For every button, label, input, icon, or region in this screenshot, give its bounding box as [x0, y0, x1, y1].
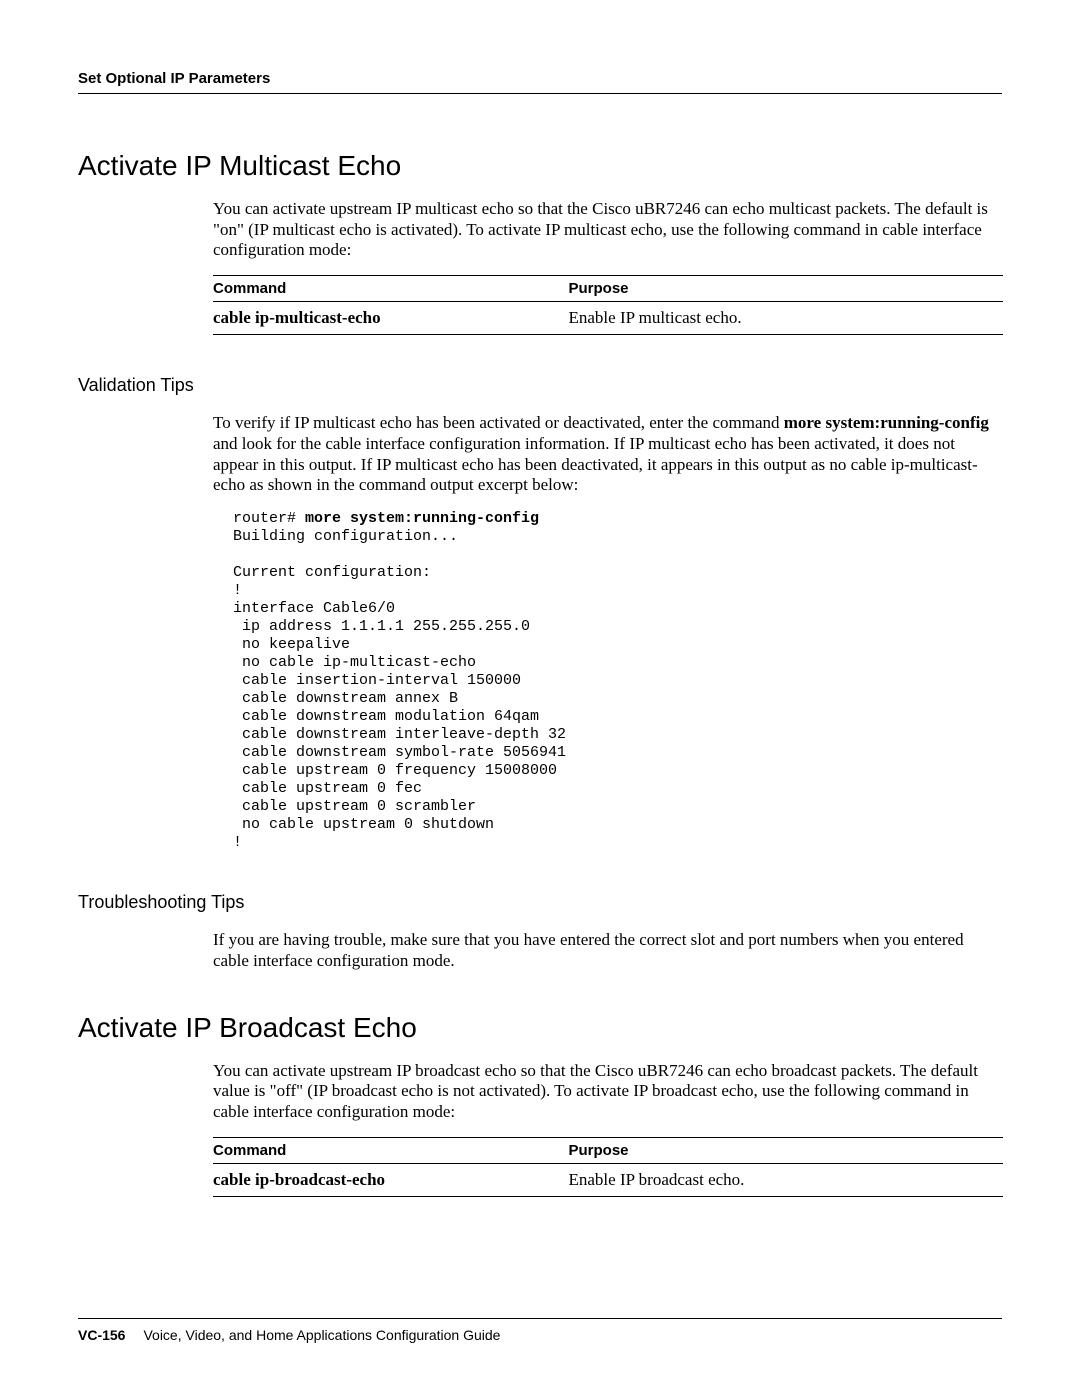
validation-heading: Validation Tips — [78, 375, 1002, 396]
col-purpose: Purpose — [569, 276, 1004, 302]
cell-command: cable ip-multicast-echo — [213, 302, 569, 335]
section-heading-multicast: Activate IP Multicast Echo — [78, 150, 1002, 182]
code-block: router# more system:running-config Build… — [233, 510, 1002, 852]
cell-purpose: Enable IP broadcast echo. — [569, 1163, 1004, 1196]
troubleshooting-heading: Troubleshooting Tips — [78, 892, 1002, 913]
table-row: cable ip-multicast-echo Enable IP multic… — [213, 302, 1003, 335]
footer-line: VC-156 Voice, Video, and Home Application… — [78, 1327, 1002, 1343]
validation-text-post: and look for the cable interface configu… — [213, 434, 978, 494]
col-purpose: Purpose — [569, 1137, 1004, 1163]
validation-text-pre: To verify if IP multicast echo has been … — [213, 413, 784, 432]
col-command: Command — [213, 276, 569, 302]
cell-command: cable ip-broadcast-echo — [213, 1163, 569, 1196]
section1-intro: You can activate upstream IP multicast e… — [213, 199, 1002, 261]
command-table-multicast: Command Purpose cable ip-multicast-echo … — [213, 275, 1003, 335]
validation-paragraph: To verify if IP multicast echo has been … — [213, 413, 1002, 496]
section2-intro: You can activate upstream IP broadcast e… — [213, 1061, 1002, 1123]
doc-title: Voice, Video, and Home Applications Conf… — [143, 1327, 500, 1343]
cell-purpose: Enable IP multicast echo. — [569, 302, 1004, 335]
footer-rule — [78, 1318, 1002, 1319]
page: Set Optional IP Parameters Activate IP M… — [0, 0, 1080, 1397]
troubleshooting-paragraph: If you are having trouble, make sure tha… — [213, 930, 1002, 971]
head-rule — [78, 93, 1002, 94]
page-footer: VC-156 Voice, Video, and Home Application… — [78, 1318, 1002, 1343]
table-header-row: Command Purpose — [213, 276, 1003, 302]
table-header-row: Command Purpose — [213, 1137, 1003, 1163]
code-output: Building configuration... Current config… — [233, 528, 566, 851]
code-command: more system:running-config — [305, 510, 539, 527]
col-command: Command — [213, 1137, 569, 1163]
page-number: VC-156 — [78, 1327, 125, 1343]
validation-bold-cmd: more system:running-config — [784, 413, 989, 432]
table-row: cable ip-broadcast-echo Enable IP broadc… — [213, 1163, 1003, 1196]
command-table-broadcast: Command Purpose cable ip-broadcast-echo … — [213, 1137, 1003, 1197]
running-head: Set Optional IP Parameters — [78, 70, 1002, 87]
code-prompt: router# — [233, 510, 305, 527]
section-heading-broadcast: Activate IP Broadcast Echo — [78, 1012, 1002, 1044]
